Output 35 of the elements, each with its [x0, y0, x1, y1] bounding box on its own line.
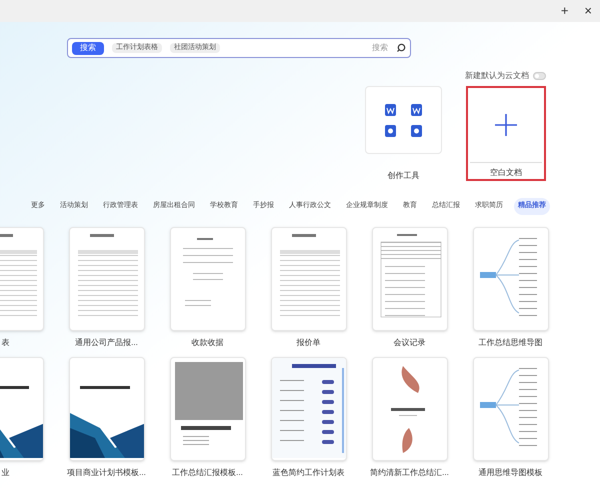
template-thumbnail[interactable]	[472, 226, 548, 330]
plus-icon	[495, 114, 517, 136]
template-title[interactable]: 收款收据	[192, 336, 224, 348]
template-title[interactable]: 蓝色简约工作计划表	[272, 466, 344, 478]
template-thumbnail[interactable]	[372, 356, 448, 460]
template-title[interactable]: 通用公司产品报...	[75, 336, 138, 348]
toggle-switch[interactable]	[533, 72, 546, 80]
template-title[interactable]: 工作总结思维导图	[478, 336, 542, 348]
template-thumbnail[interactable]	[270, 356, 346, 460]
new-tab-button[interactable]: +	[556, 1, 572, 21]
template-title[interactable]: 项目商业计划书模板...	[67, 466, 146, 478]
template-thumbnail[interactable]	[68, 356, 144, 460]
search-button[interactable]: 搜索	[72, 42, 104, 54]
template-title[interactable]: 通用思维导图模板	[478, 466, 542, 478]
template-thumbnail[interactable]	[372, 226, 448, 330]
word-icon	[384, 102, 398, 116]
photo-placeholder	[174, 362, 242, 420]
toggle-label: 新建默认为云文档	[465, 70, 529, 82]
tools-label: 创作工具	[388, 170, 420, 182]
template-thumbnail[interactable]	[170, 226, 246, 330]
template-thumbnail[interactable]	[472, 356, 548, 460]
template-title[interactable]: 工作总结汇报模板...	[172, 466, 243, 478]
template-thumbnail[interactable]	[270, 226, 346, 330]
close-button[interactable]: ×	[580, 1, 596, 21]
search-icon[interactable]	[396, 43, 406, 53]
template-title[interactable]: 报价单	[296, 336, 320, 348]
template-title[interactable]: 表	[2, 336, 10, 348]
template-thumbnail[interactable]	[68, 226, 144, 330]
template-title[interactable]: 会议记录	[394, 336, 426, 348]
template-title[interactable]: 业	[2, 466, 10, 478]
blank-document-card[interactable]: 空白文档	[466, 86, 546, 181]
tools-card[interactable]	[365, 86, 442, 154]
template-thumbnail[interactable]	[170, 356, 246, 460]
word-icon	[410, 102, 423, 116]
template-title[interactable]: 简约清新工作总结汇...	[370, 466, 449, 478]
